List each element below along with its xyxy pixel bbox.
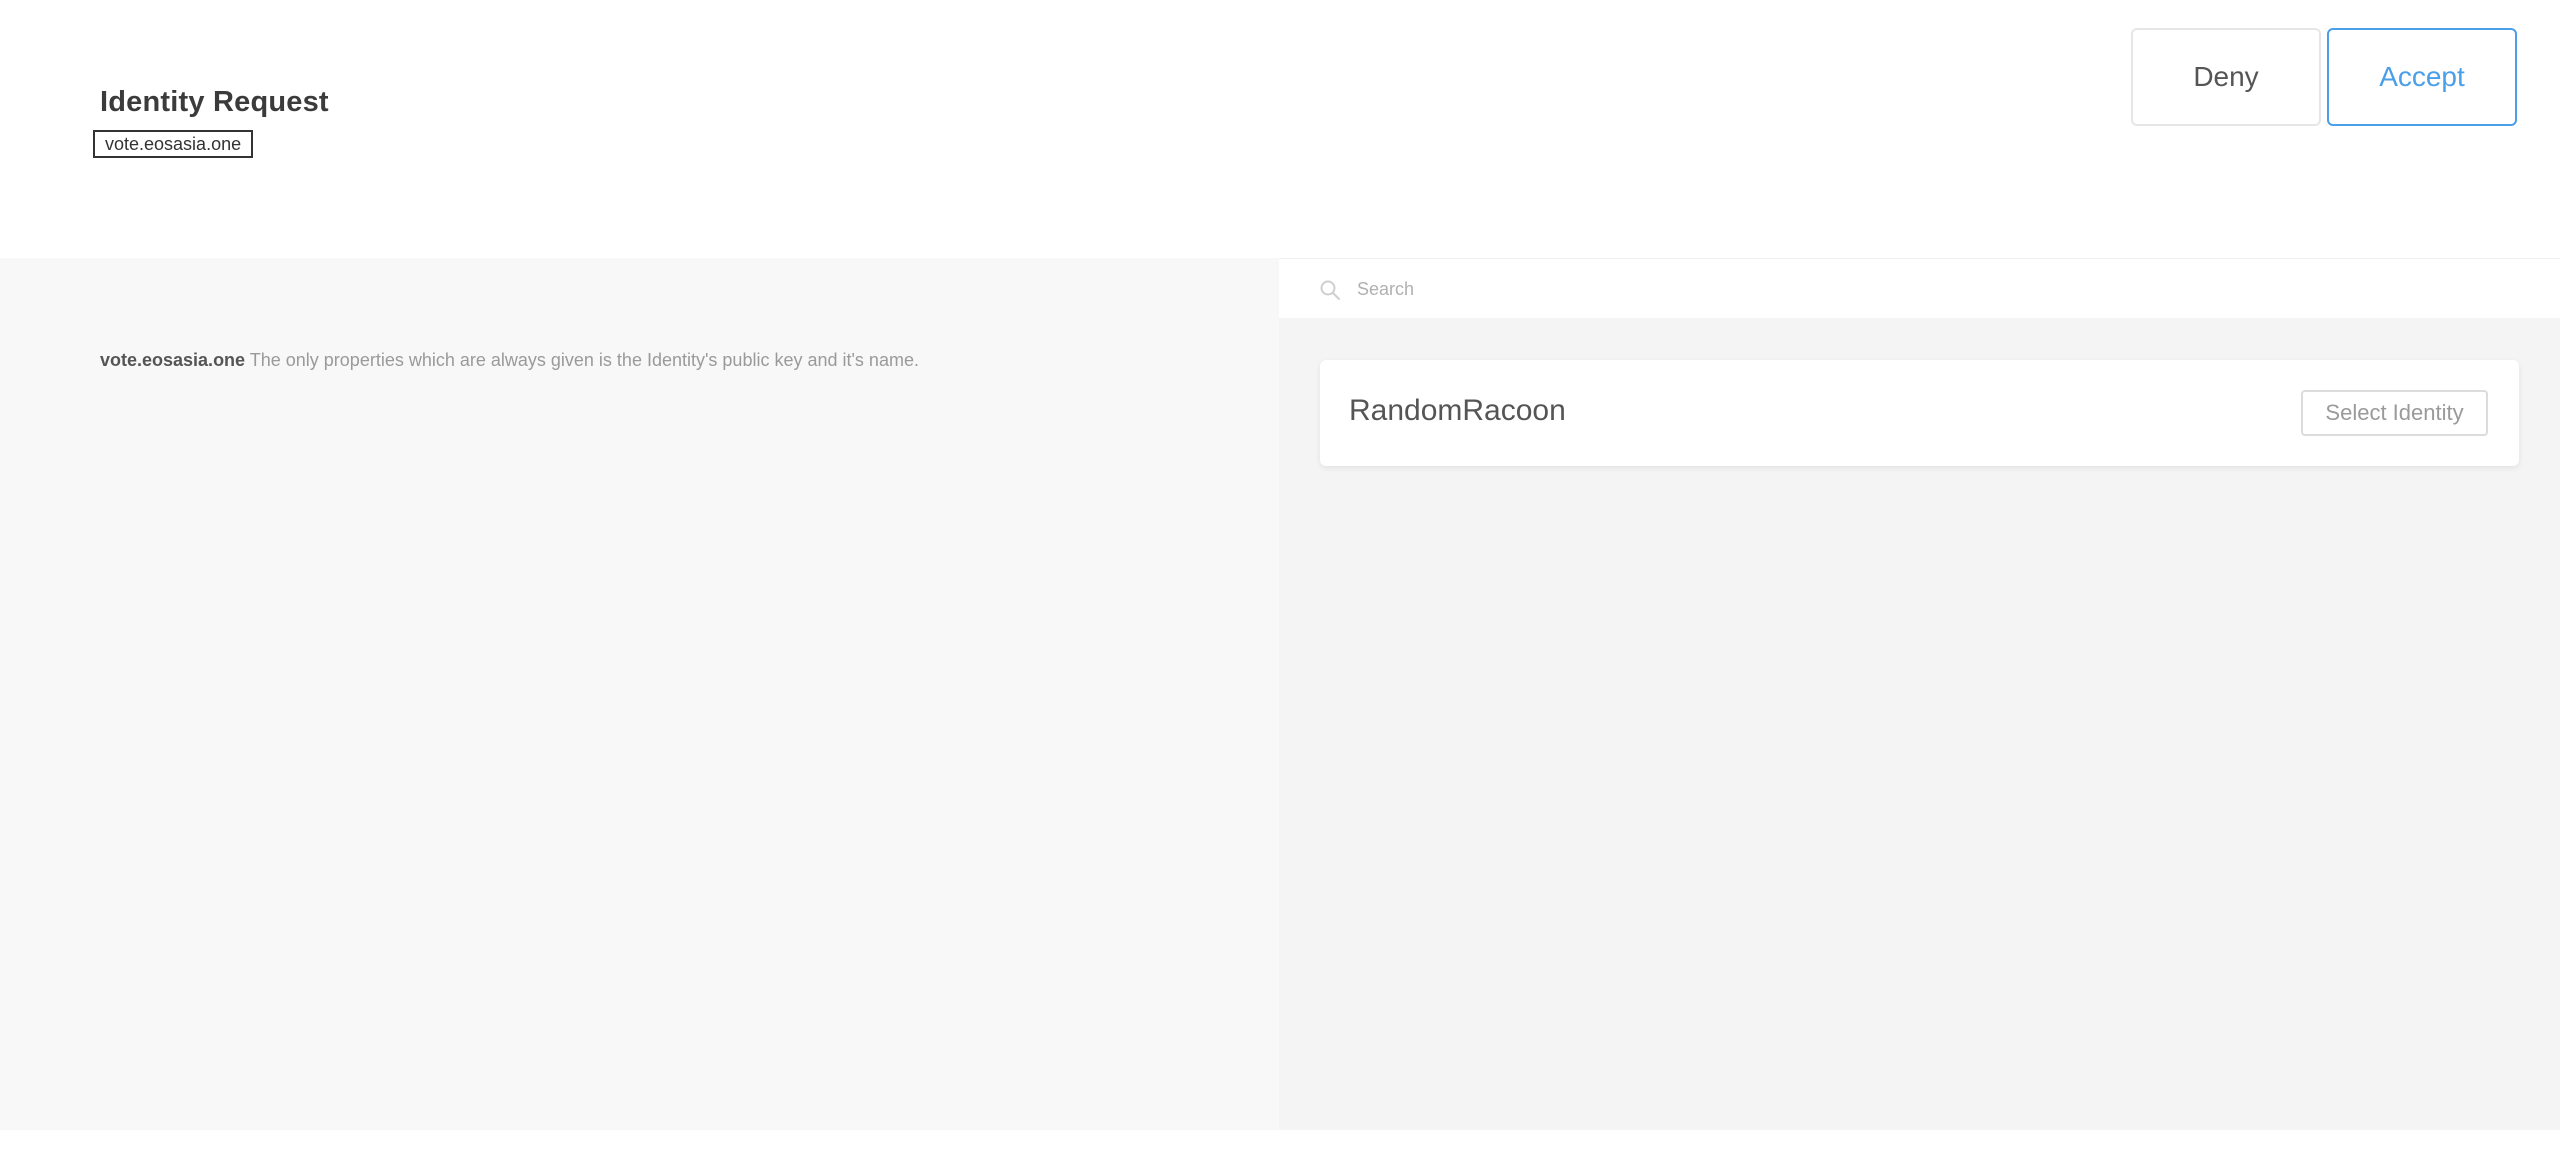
origin-badge: vote.eosasia.one	[93, 130, 254, 158]
page-title: Identity Request	[100, 86, 329, 118]
identities-panel: RandomRacoon Select Identity	[1279, 258, 2560, 1130]
search-input[interactable]	[1355, 269, 2535, 309]
description-panel: vote.eosasia.one The only properties whi…	[0, 258, 1279, 1130]
description-body: The only properties which are always giv…	[245, 350, 919, 370]
deny-button[interactable]: Deny	[2131, 28, 2321, 126]
description-origin: vote.eosasia.one	[100, 350, 246, 370]
select-identity-button[interactable]: Select Identity	[2301, 390, 2488, 436]
accept-button[interactable]: Accept	[2327, 28, 2517, 126]
identity-name: RandomRacoon	[1349, 394, 1566, 427]
description-text: vote.eosasia.one The only properties whi…	[100, 350, 919, 371]
search-bar	[1279, 258, 2560, 318]
header: Identity Request vote.eosasia.one Deny A…	[0, 0, 2560, 258]
identity-card: RandomRacoon Select Identity	[1320, 360, 2519, 466]
search-icon	[1320, 280, 1340, 300]
